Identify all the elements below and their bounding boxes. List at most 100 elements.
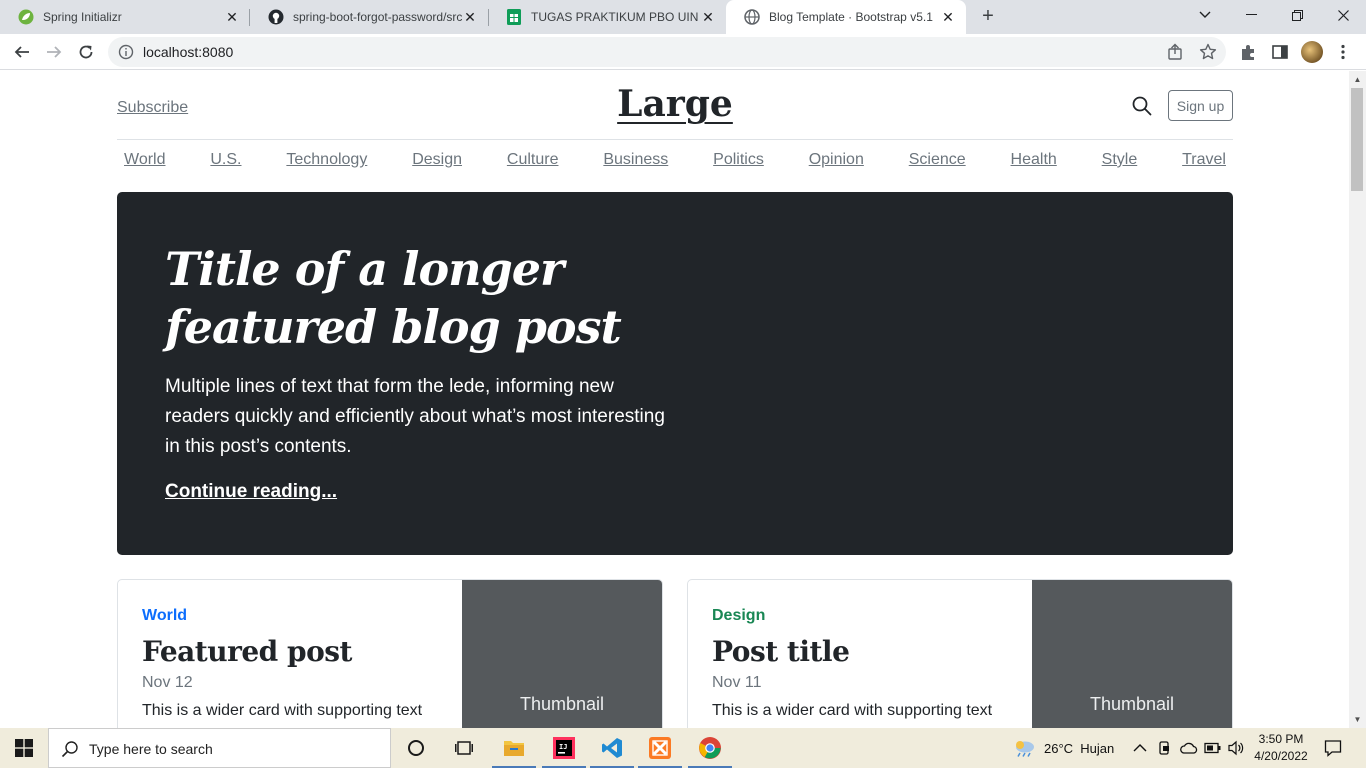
- taskbar-search-box[interactable]: Type here to search: [48, 728, 391, 768]
- url-text[interactable]: localhost:8080: [143, 44, 233, 60]
- category-nav: World U.S. Technology Design Culture Business…: [117, 151, 1233, 177]
- clock-date: 4/20/2022: [1254, 749, 1308, 763]
- tab-search-chevron-icon[interactable]: [1182, 0, 1228, 30]
- category-link-travel[interactable]: Travel: [1182, 151, 1226, 177]
- spring-leaf-icon: [18, 9, 34, 25]
- meet-now-icon[interactable]: [1157, 728, 1173, 768]
- close-window-icon[interactable]: [1320, 0, 1366, 30]
- tab-spring-initializr[interactable]: Spring Initializr ✕: [0, 0, 250, 34]
- weather-rain-icon: [1012, 739, 1036, 757]
- volume-icon[interactable]: [1227, 728, 1245, 768]
- cortana-icon[interactable]: [392, 728, 440, 768]
- restore-icon[interactable]: [1274, 0, 1320, 30]
- blog-logo-link[interactable]: Large: [617, 83, 733, 125]
- share-icon[interactable]: [1166, 43, 1184, 61]
- profile-avatar[interactable]: [1301, 41, 1323, 63]
- xampp-icon[interactable]: [636, 728, 684, 768]
- tab-blog-template[interactable]: Blog Template · Bootstrap v5.1 ✕: [726, 0, 966, 34]
- blog-header: Subscribe Large Sign up: [117, 71, 1233, 140]
- card-text: This is a wider card with supporting tex…: [142, 702, 423, 719]
- category-link-design[interactable]: Design: [412, 151, 462, 177]
- intellij-icon[interactable]: IJ: [540, 728, 588, 768]
- featured-hero: Title of a longer featured blog post Mul…: [117, 192, 1233, 555]
- back-arrow-icon[interactable]: [8, 38, 36, 66]
- post-card-featured: World Featured post Nov 12 This is a wid…: [117, 579, 663, 728]
- tab-title: Spring Initializr: [43, 10, 122, 24]
- tab-title: Blog Template · Bootstrap v5.1: [769, 10, 933, 24]
- reload-icon[interactable]: [72, 38, 100, 66]
- extensions-puzzle-icon[interactable]: [1239, 43, 1257, 61]
- windows-taskbar: Type here to search IJ 26°C Hujan 3:50 P…: [0, 728, 1366, 768]
- category-link-science[interactable]: Science: [909, 151, 966, 177]
- category-link-business[interactable]: Business: [603, 151, 668, 177]
- scrollbar-thumb[interactable]: [1351, 88, 1363, 191]
- new-tab-button[interactable]: +: [976, 5, 1000, 29]
- card-title: Post title: [712, 635, 850, 668]
- svg-text:IJ: IJ: [559, 743, 567, 751]
- scroll-up-arrow-icon[interactable]: ▲: [1353, 75, 1362, 84]
- file-explorer-icon[interactable]: [490, 728, 538, 768]
- globe-icon: [744, 9, 760, 25]
- tab-github[interactable]: spring-boot-forgot-password/src ✕: [250, 0, 488, 34]
- card-category: World: [142, 607, 188, 624]
- continue-reading-link[interactable]: Continue reading...: [165, 481, 337, 503]
- card-thumbnail: Thumbnail: [1032, 580, 1232, 728]
- github-icon: [268, 9, 284, 25]
- chrome-icon[interactable]: [686, 728, 734, 768]
- category-link-us[interactable]: U.S.: [210, 151, 241, 177]
- card-thumbnail: Thumbnail: [462, 580, 662, 728]
- category-link-opinion[interactable]: Opinion: [809, 151, 864, 177]
- close-tab-icon[interactable]: ✕: [700, 9, 716, 25]
- forward-arrow-icon[interactable]: [40, 38, 68, 66]
- page-viewport: Subscribe Large Sign up World U.S. Technol…: [0, 71, 1349, 728]
- taskbar-search-placeholder: Type here to search: [89, 741, 213, 757]
- more-menu-icon[interactable]: [1334, 43, 1352, 61]
- tab-title: TUGAS PRAKTIKUM PBO UIN SGD: [531, 10, 700, 24]
- category-link-world[interactable]: World: [124, 151, 166, 177]
- site-info-icon[interactable]: [118, 44, 134, 60]
- thumbnail-label: Thumbnail: [519, 694, 605, 714]
- blog-logo: Large: [117, 83, 1233, 125]
- tab-sheets[interactable]: TUGAS PRAKTIKUM PBO UIN SGD ✕: [488, 0, 726, 34]
- tab-strip: Spring Initializr ✕ spring-boot-forgot-p…: [0, 0, 1366, 34]
- category-link-health[interactable]: Health: [1011, 151, 1057, 177]
- card-title: Featured post: [142, 635, 352, 668]
- sign-up-button[interactable]: Sign up: [1168, 90, 1233, 121]
- card-date: Nov 11: [712, 674, 762, 691]
- onedrive-cloud-icon[interactable]: [1180, 728, 1198, 768]
- clock-time: 3:50 PM: [1258, 732, 1304, 746]
- sheets-icon: [506, 9, 522, 25]
- page-scrollbar[interactable]: ▲ ▼: [1349, 71, 1366, 728]
- taskbar-clock[interactable]: 3:50 PM 4/20/2022: [1250, 731, 1312, 765]
- windows-start-icon[interactable]: [0, 728, 48, 768]
- weather-widget[interactable]: 26°C Hujan: [1012, 728, 1114, 768]
- hero-title: Title of a longer featured blog post: [165, 242, 622, 354]
- vscode-icon[interactable]: [588, 728, 636, 768]
- search-icon[interactable]: [1131, 95, 1153, 117]
- card-text: This is a wider card with supporting tex…: [712, 702, 993, 719]
- close-tab-icon[interactable]: ✕: [462, 9, 478, 25]
- side-panel-icon[interactable]: [1271, 43, 1289, 61]
- search-icon: [61, 740, 79, 758]
- category-link-technology[interactable]: Technology: [286, 151, 367, 177]
- browser-toolbar: localhost:8080: [0, 34, 1366, 70]
- scroll-down-arrow-icon[interactable]: ▼: [1353, 715, 1362, 724]
- task-view-icon[interactable]: [440, 728, 488, 768]
- weather-text: 26°C Hujan: [1044, 740, 1115, 756]
- show-hidden-icons-chevron-icon[interactable]: [1133, 728, 1147, 768]
- tab-title: spring-boot-forgot-password/src: [293, 10, 462, 24]
- bookmark-star-icon[interactable]: [1199, 43, 1217, 61]
- category-link-style[interactable]: Style: [1102, 151, 1138, 177]
- category-link-culture[interactable]: Culture: [507, 151, 559, 177]
- category-link-politics[interactable]: Politics: [713, 151, 764, 177]
- close-tab-icon[interactable]: ✕: [224, 9, 240, 25]
- notifications-icon[interactable]: [1324, 728, 1342, 768]
- hero-lede: Multiple lines of text that form the led…: [165, 376, 665, 457]
- card-date: Nov 12: [142, 674, 193, 691]
- post-card-design: Design Post title Nov 11 This is a wider…: [687, 579, 1233, 728]
- minimize-icon[interactable]: [1228, 0, 1274, 30]
- close-tab-icon[interactable]: ✕: [940, 9, 956, 25]
- battery-icon[interactable]: [1204, 728, 1222, 768]
- address-bar[interactable]: localhost:8080: [108, 37, 1226, 67]
- card-category: Design: [712, 607, 766, 624]
